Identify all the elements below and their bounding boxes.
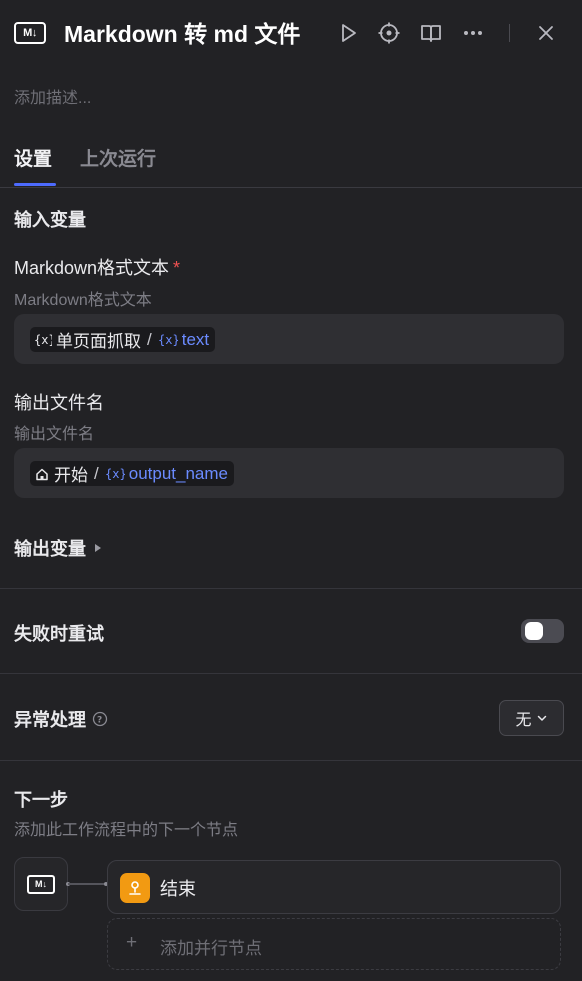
retry-label: 失败时重试 [14,624,104,644]
locate-icon[interactable] [378,22,400,44]
book-icon[interactable] [420,22,442,44]
markdown-logo-icon: M↓ [14,22,46,44]
tab-settings[interactable]: 设置 [14,144,52,171]
tab-bar: 设置 上次运行 [0,140,582,188]
path-separator: / [147,329,152,349]
field-label-output-name: 输出文件名 [14,393,104,413]
field-label-markdown-text: Markdown格式文本 [14,258,170,278]
section-divider [0,760,582,761]
section-divider [0,673,582,674]
end-icon [120,873,150,903]
add-parallel-node-label: 添加并行节点 [160,939,262,958]
end-node[interactable]: 结束 [107,860,561,914]
markdown-logo-icon: M↓ [27,874,55,894]
home-icon [36,468,48,480]
path-separator: / [94,463,99,483]
output-variables-title: 输出变量 [14,539,86,559]
next-step-description: 添加此工作流程中的下一个节点 [14,822,239,839]
retry-toggle[interactable] [521,619,564,643]
node-connector [68,883,108,885]
current-node[interactable]: M↓ [14,857,68,911]
error-handling-row: 异常处理 ? [14,706,108,732]
output-variables-toggle[interactable]: 输出变量 [14,535,104,561]
variable-icon: {x} [158,333,178,347]
end-node-label: 结束 [160,879,196,899]
select-value: 无 [515,712,532,729]
input-variables-title: 输入变量 [14,210,86,230]
variable-reference-chip[interactable]: 开始 / {x} output_name [30,461,234,486]
field-desc-output-name: 输出文件名 [14,426,95,443]
variable-reference-chip[interactable]: {x} 单页面抓取 / {x} text [30,327,216,352]
field-desc-markdown: Markdown格式文本 [14,292,152,309]
variable-name: text [181,329,210,349]
panel-header: M↓ Markdown 转 md 文件 [0,0,582,66]
more-icon[interactable] [462,22,484,44]
tab-last-run[interactable]: 上次运行 [80,144,156,171]
chevron-down-icon [537,715,546,721]
source-node-name: 单页面抓取 [56,332,141,351]
required-mark: * [173,258,181,278]
active-tab-indicator [14,183,56,186]
markdown-variable-field[interactable]: {x} 单页面抓取 / {x} text [14,314,564,364]
svg-text:?: ? [97,716,102,726]
play-icon[interactable] [337,22,359,44]
error-handling-label: 异常处理 [14,710,86,730]
output-name-variable-field[interactable]: 开始 / {x} output_name [14,448,564,498]
help-icon[interactable]: ? [92,711,108,727]
svg-text:{x}: {x} [34,333,52,347]
close-icon[interactable] [535,22,557,44]
node-title[interactable]: Markdown 转 md 文件 [64,18,312,50]
variable-icon: {x} [34,333,52,347]
error-handling-select[interactable]: 无 [499,700,564,736]
description-input[interactable]: 添加描述... [14,84,91,108]
variable-icon: {x} [105,467,125,481]
header-divider [509,24,510,42]
source-node-name: 开始 [54,466,88,485]
toggle-knob [525,622,543,640]
caret-right-icon [95,544,101,552]
variable-name: output_name [128,463,228,483]
svg-text:{x}: {x} [105,467,125,481]
add-parallel-node-button[interactable]: + 添加并行节点 [107,918,561,970]
svg-text:{x}: {x} [158,333,178,347]
section-divider [0,588,582,589]
field-label-markdown: Markdown格式文本 * [14,254,180,280]
plus-icon: + [126,932,138,953]
next-step-title: 下一步 [14,790,68,810]
